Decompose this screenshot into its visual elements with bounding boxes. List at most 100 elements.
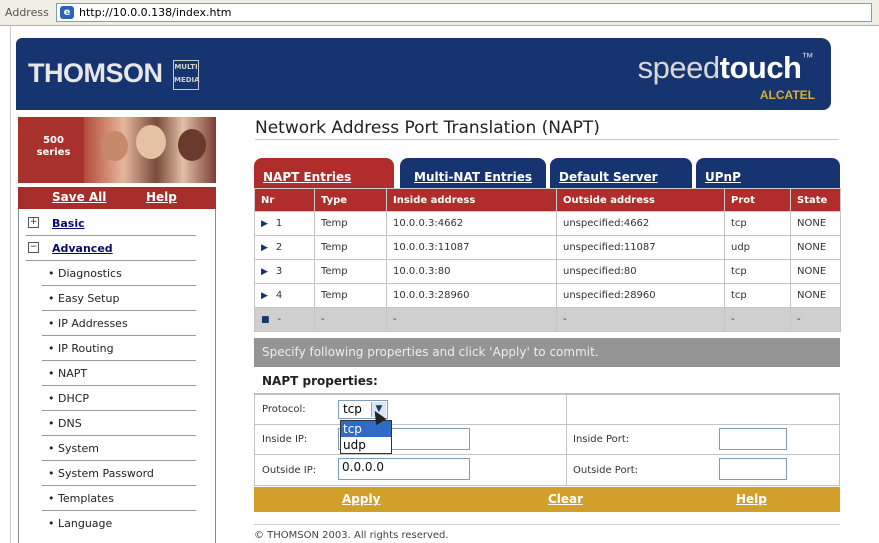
speedtouch-logo: speedtouch™ <box>638 50 814 86</box>
thomson-logo: THOMSON <box>28 58 163 88</box>
frame-border <box>10 26 11 543</box>
cell: 10.0.0.3:80 <box>386 259 557 284</box>
dropdown-option-udp[interactable]: udp <box>341 437 391 453</box>
expand-icon[interactable]: + <box>28 217 39 228</box>
cell: unspecified:4662 <box>556 211 725 236</box>
protocol-dropdown-list: tcp udp <box>340 420 392 454</box>
sidebar-item-ip-addresses[interactable]: • IP Addresses <box>42 312 196 336</box>
sidebar-item-system-password[interactable]: • System Password <box>42 462 196 486</box>
cell: 10.0.0.3:11087 <box>386 235 557 260</box>
sidebar-item-label: Advanced <box>52 242 113 255</box>
tab-upnp[interactable]: UPnP <box>696 158 840 188</box>
outside-ip-field[interactable]: 0.0.0.0 <box>338 458 470 480</box>
browser-address-bar: Address e http://10.0.0.138/index.htm <box>0 0 879 26</box>
cell: 1 <box>275 218 283 229</box>
multimedia-logo: MULTI MEDIA <box>173 60 200 90</box>
help-link[interactable]: Help <box>146 190 177 204</box>
form-cell <box>566 394 840 425</box>
collapse-icon[interactable]: − <box>28 242 39 253</box>
sidebar-item-label: NAPT <box>58 367 88 380</box>
cell: - <box>386 307 557 332</box>
sidebar-item-label: Templates <box>58 492 114 505</box>
table-row[interactable]: ▶ 1 Temp 10.0.0.3:4662 unspecified:4662 t… <box>254 211 841 236</box>
cell: 10.0.0.3:28960 <box>386 283 557 308</box>
tab-napt-entries[interactable]: NAPT Entries <box>254 158 394 188</box>
cell: Temp <box>314 283 387 308</box>
page-title: Network Address Port Translation (NAPT) <box>255 118 600 138</box>
cell: - <box>277 314 282 325</box>
cell: - <box>724 307 791 332</box>
sidebar-item-label: DHCP <box>58 392 90 405</box>
col-header: Outside address <box>556 188 725 212</box>
row-arrow-icon: ▶ <box>261 291 268 301</box>
url-field[interactable]: e http://10.0.0.138/index.htm <box>56 3 872 22</box>
cell: tcp <box>724 259 791 284</box>
cell: NONE <box>790 211 841 236</box>
dropdown-option-tcp[interactable]: tcp <box>341 421 391 437</box>
cell: udp <box>724 235 791 260</box>
address-label: Address <box>5 6 49 19</box>
cell: Temp <box>314 259 387 284</box>
inside-port-field[interactable] <box>719 428 787 450</box>
action-bar: Apply Clear Help <box>254 487 840 512</box>
clear-button[interactable]: Clear <box>548 492 583 506</box>
table-row[interactable]: ▶ 4 Temp 10.0.0.3:28960 unspecified:28960… <box>254 283 841 308</box>
tab-label: UPnP <box>705 170 741 184</box>
sidebar-item-label: IP Addresses <box>58 317 128 330</box>
col-header: Type <box>314 188 387 212</box>
tab-default-server[interactable]: Default Server <box>550 158 692 188</box>
instruction-bar: Specify following properties and click '… <box>254 338 840 367</box>
table-row[interactable]: ▶ 2 Temp 10.0.0.3:11087 unspecified:11087… <box>254 235 841 260</box>
sidebar-item-language[interactable]: • Language <box>42 512 196 536</box>
touch-text: touch <box>719 50 802 85</box>
footer-divider <box>254 524 840 525</box>
sidebar-item-system[interactable]: • System <box>42 437 196 461</box>
sidebar-item-templates[interactable]: • Templates <box>42 487 196 511</box>
protocol-selected-value: tcp <box>343 402 362 416</box>
cell: 3 <box>275 266 283 277</box>
sidebar-item-label: System Password <box>58 467 154 480</box>
col-header: Inside address <box>386 188 557 212</box>
cell: Temp <box>314 235 387 260</box>
inside-ip-label: Inside IP: <box>262 434 308 445</box>
sidebar-item-ip-routing[interactable]: • IP Routing <box>42 337 196 361</box>
row-arrow-icon: ▶ <box>261 243 268 253</box>
cell: unspecified:11087 <box>556 235 725 260</box>
sidebar-item-label: System <box>58 442 100 455</box>
tab-multi-nat-entries[interactable]: Multi-NAT Entries <box>400 158 546 188</box>
protocol-label: Protocol: <box>262 404 306 415</box>
sidebar-item-dns[interactable]: • DNS <box>42 412 196 436</box>
help-button[interactable]: Help <box>736 492 767 506</box>
sidebar-item-label: Diagnostics <box>58 267 122 280</box>
sidebar-item-easy-setup[interactable]: • Easy Setup <box>42 287 196 311</box>
row-arrow-icon: ▶ <box>261 267 268 277</box>
sidebar-item-basic[interactable]: + Basic <box>26 212 196 236</box>
table-row-new[interactable]: ■ - - - - - - <box>254 307 841 332</box>
tab-label: NAPT Entries <box>263 170 352 184</box>
properties-title: NAPT properties: <box>262 374 378 388</box>
outside-port-field[interactable] <box>719 458 787 480</box>
napt-table: Nr Type Inside address Outside address P… <box>254 188 841 332</box>
row-square-icon: ■ <box>261 315 270 325</box>
outside-ip-label: Outside IP: <box>262 465 317 476</box>
table-row[interactable]: ▶ 3 Temp 10.0.0.3:80 unspecified:80 tcp N… <box>254 259 841 284</box>
tm-mark: ™ <box>801 50 814 64</box>
inside-port-label: Inside Port: <box>573 434 630 445</box>
sidebar-item-label: Language <box>58 517 113 530</box>
cell: NONE <box>790 259 841 284</box>
save-all-link[interactable]: Save All <box>52 190 106 204</box>
title-divider <box>255 139 839 140</box>
sidebar-item-napt[interactable]: • NAPT <box>42 362 196 386</box>
cell: 10.0.0.3:4662 <box>386 211 557 236</box>
sidebar-item-diagnostics[interactable]: • Diagnostics <box>42 262 196 286</box>
col-header: Nr <box>254 188 315 212</box>
series-label: 500 series <box>36 135 71 158</box>
table-header-row: Nr Type Inside address Outside address P… <box>254 188 841 212</box>
sidebar-item-advanced[interactable]: − Advanced <box>26 237 196 261</box>
tab-label: Multi-NAT Entries <box>414 170 532 184</box>
copyright-footer: © THOMSON 2003. All rights reserved. <box>254 530 449 541</box>
tab-label: Default Server <box>559 170 658 184</box>
cell: unspecified:80 <box>556 259 725 284</box>
apply-button[interactable]: Apply <box>342 492 380 506</box>
sidebar-item-dhcp[interactable]: • DHCP <box>42 387 196 411</box>
